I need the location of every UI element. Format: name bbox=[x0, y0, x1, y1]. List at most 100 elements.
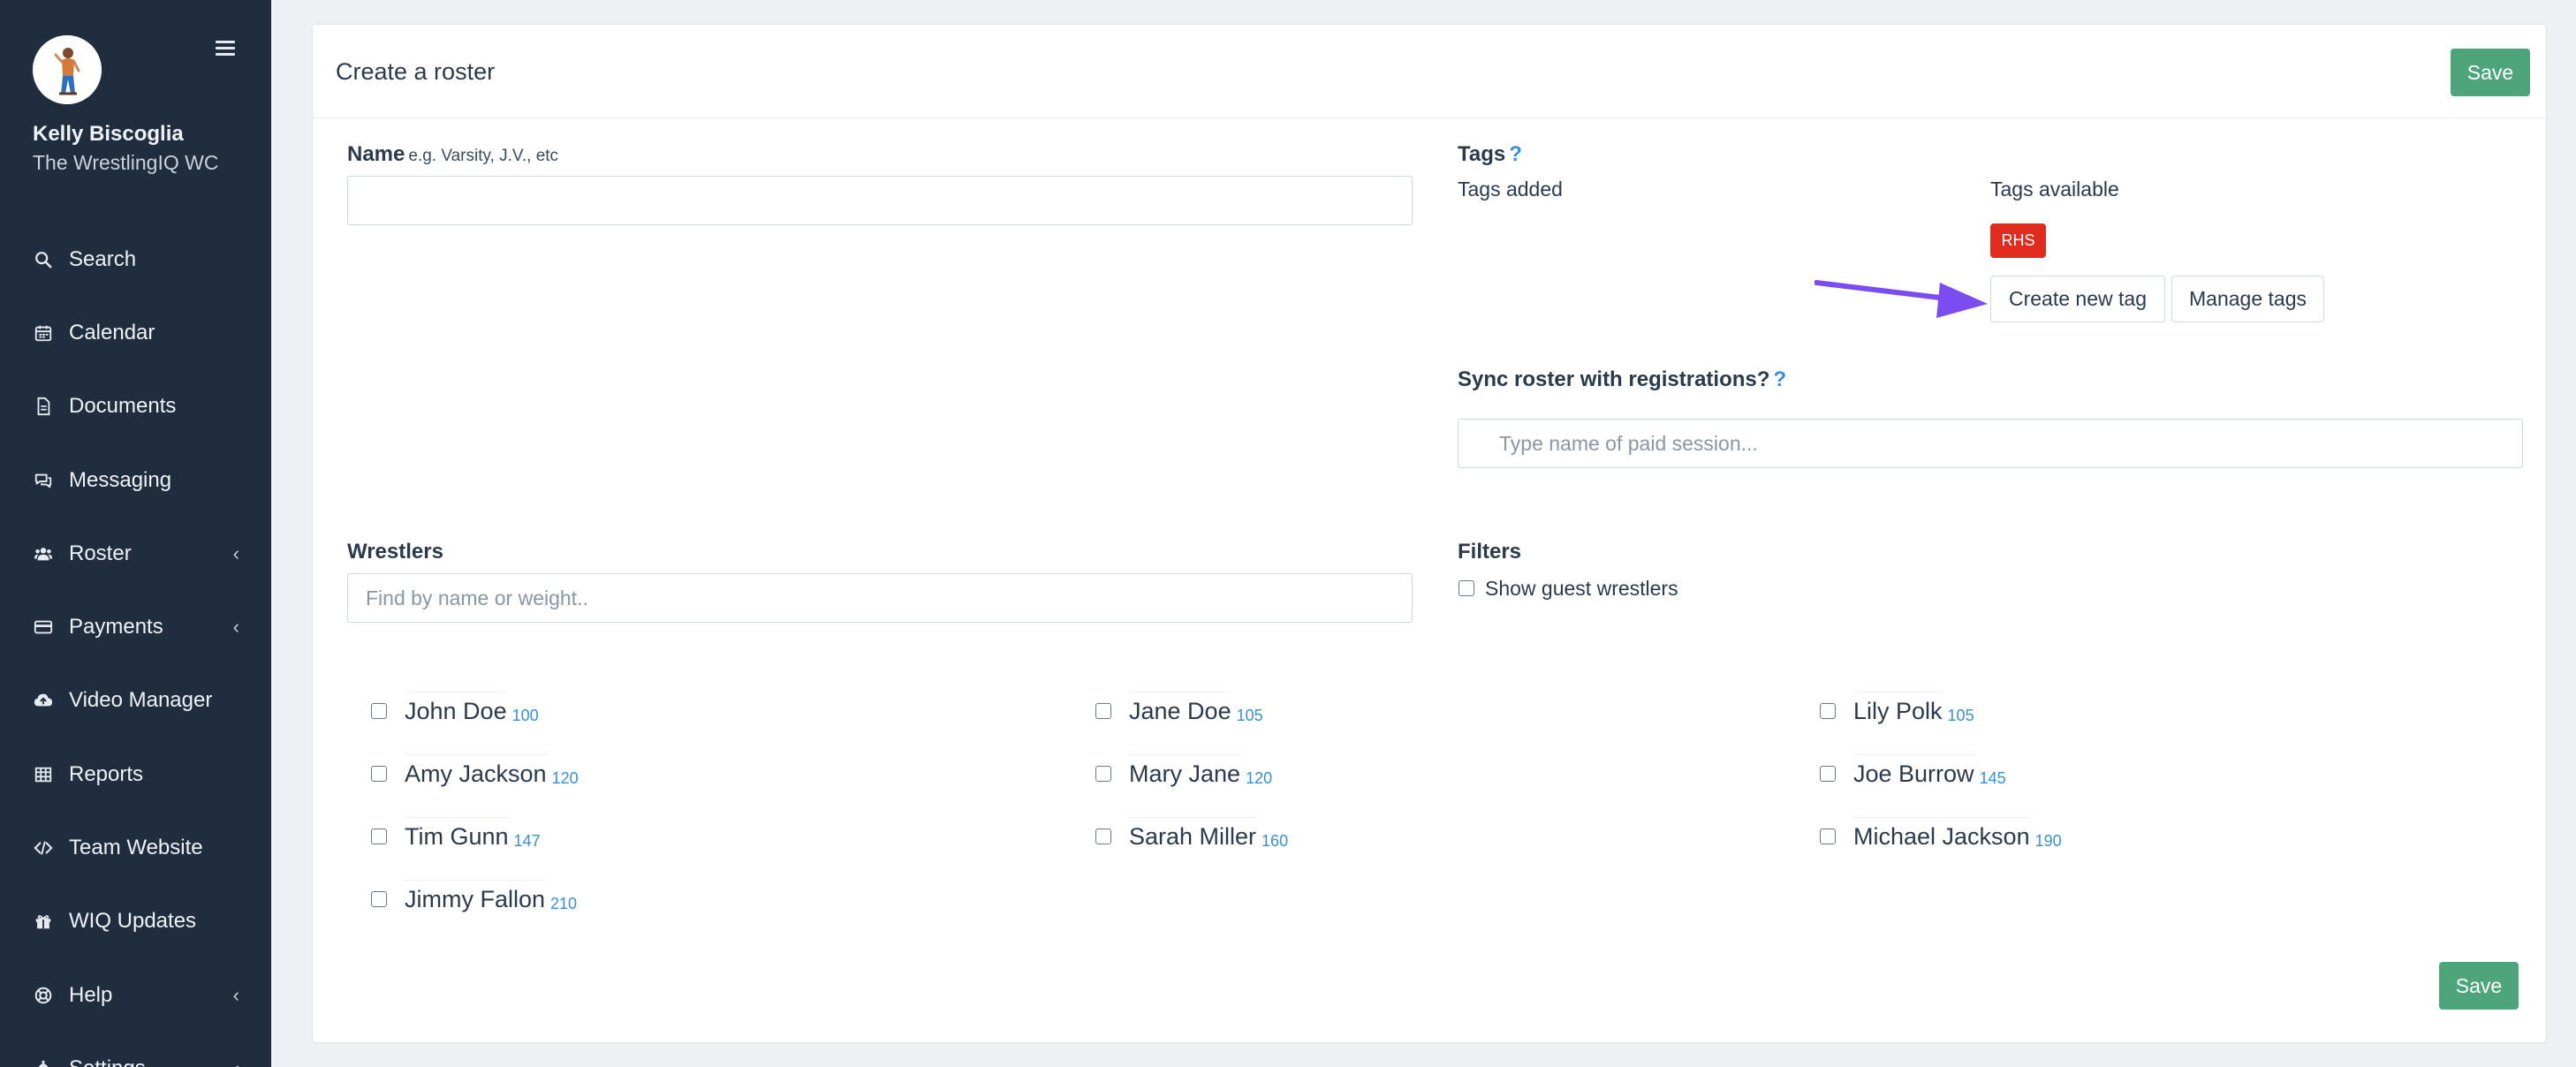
chevron-left-icon: ‹ bbox=[232, 616, 239, 639]
sync-help-icon[interactable]: ? bbox=[1773, 367, 1786, 391]
wrestler-name: Amy Jackson bbox=[405, 754, 547, 793]
wrestler-weight: 120 bbox=[551, 768, 579, 787]
sidebar-item-payments[interactable]: Payments ‹ bbox=[0, 590, 271, 663]
sync-label-text: Sync roster with registrations? bbox=[1458, 367, 1770, 391]
gear-icon bbox=[33, 1058, 54, 1067]
manage-tags-button[interactable]: Manage tags bbox=[2171, 276, 2324, 322]
sidebar-item-label: Settings bbox=[69, 1056, 146, 1067]
list-item: Joe Burrow 145 bbox=[1853, 749, 2006, 798]
list-item: Jane Doe 105 bbox=[1129, 686, 1263, 736]
sidebar-item-team-website[interactable]: Team Website bbox=[0, 811, 271, 884]
wrestler-checkbox[interactable] bbox=[1095, 703, 1111, 719]
wrestler-search-input[interactable] bbox=[347, 573, 1413, 623]
sidebar-item-label: Help bbox=[69, 982, 113, 1007]
sidebar-item-label: Search bbox=[69, 246, 137, 271]
name-label-text: Name bbox=[347, 142, 405, 166]
sidebar-item-wiq-updates[interactable]: WIQ Updates bbox=[0, 885, 271, 958]
list-item: Lily Polk 105 bbox=[1853, 686, 1974, 736]
sidebar-item-documents[interactable]: Documents bbox=[0, 370, 271, 443]
tags-available-label: Tags available bbox=[1990, 178, 2119, 201]
chevron-left-icon: ‹ bbox=[233, 1057, 239, 1067]
search-icon bbox=[33, 249, 54, 270]
wrestler-name: Joe Burrow bbox=[1853, 754, 1974, 793]
sidebar-item-messaging[interactable]: Messaging bbox=[0, 443, 271, 517]
sidebar-item-roster[interactable]: Roster ‹ bbox=[0, 517, 271, 590]
sidebar-nav: Search Calendar Documents Messaging Rost… bbox=[0, 223, 271, 1067]
wrestler-name: Tim Gunn bbox=[405, 817, 509, 856]
wrestler-name: Mary Jane bbox=[1129, 754, 1241, 793]
wrestler-checkbox[interactable] bbox=[1820, 766, 1836, 782]
wrestler-checkbox[interactable] bbox=[1095, 829, 1111, 844]
wrestler-weight: 147 bbox=[513, 831, 541, 850]
save-button-bottom[interactable]: Save bbox=[2439, 962, 2519, 1010]
lifebuoy-icon bbox=[33, 985, 54, 1006]
wrestler-weight: 100 bbox=[511, 706, 539, 724]
paid-session-search-input[interactable] bbox=[1458, 419, 2523, 468]
list-item: Michael Jackson 190 bbox=[1853, 812, 2062, 861]
user-name: Kelly Biscoglia bbox=[33, 122, 184, 146]
save-button-top[interactable]: Save bbox=[2451, 49, 2530, 96]
list-item: Tim Gunn 147 bbox=[405, 812, 541, 861]
tags-help-icon[interactable]: ? bbox=[1509, 142, 1522, 166]
wrestler-name: John Doe bbox=[405, 692, 507, 730]
sidebar-item-help[interactable]: Help ‹ bbox=[0, 958, 271, 1032]
create-roster-card: Create a roster Save Name e.g. Varsity, J… bbox=[312, 24, 2547, 1043]
create-new-tag-button[interactable]: Create new tag bbox=[1990, 276, 2165, 322]
sidebar-item-label: Roster bbox=[69, 541, 132, 565]
wrestler-checkbox[interactable] bbox=[371, 703, 387, 719]
sidebar-item-reports[interactable]: Reports bbox=[0, 738, 271, 811]
show-guest-checkbox[interactable] bbox=[1458, 580, 1474, 596]
menu-toggle-icon[interactable] bbox=[216, 41, 235, 57]
sidebar-item-search[interactable]: Search bbox=[0, 223, 271, 296]
list-item: Jimmy Fallon 210 bbox=[405, 874, 577, 924]
calendar-icon bbox=[33, 322, 54, 344]
wrestler-weight: 120 bbox=[1246, 768, 1273, 787]
wrestler-name: Lily Polk bbox=[1853, 692, 1943, 730]
document-icon bbox=[33, 396, 54, 417]
name-hint: e.g. Varsity, J.V., etc bbox=[408, 147, 559, 165]
tags-label-text: Tags bbox=[1458, 142, 1506, 166]
user-org: The WrestlingIQ WC bbox=[33, 151, 219, 174]
cloud-upload-icon bbox=[33, 690, 54, 711]
table-icon bbox=[33, 764, 54, 785]
sidebar-item-label: Messaging bbox=[69, 467, 172, 492]
list-item: Sarah Miller 160 bbox=[1129, 812, 1288, 861]
wrestler-name: Sarah Miller bbox=[1129, 817, 1257, 856]
sidebar-item-calendar[interactable]: Calendar bbox=[0, 296, 271, 369]
wrestler-checkbox[interactable] bbox=[371, 891, 387, 907]
tag-chip-rhs[interactable]: RHS bbox=[1990, 223, 2046, 258]
chat-icon bbox=[33, 470, 54, 491]
sync-label: Sync roster with registrations?? bbox=[1458, 367, 1786, 392]
wrestler-checkbox[interactable] bbox=[371, 829, 387, 844]
sidebar: Kelly Biscoglia The WrestlingIQ WC Searc… bbox=[0, 0, 271, 1067]
users-icon bbox=[33, 543, 54, 564]
credit-card-icon bbox=[33, 617, 54, 638]
chevron-left-icon: ‹ bbox=[232, 541, 239, 564]
list-item: John Doe 100 bbox=[405, 686, 539, 736]
wrestler-checkbox[interactable] bbox=[371, 766, 387, 782]
gift-icon bbox=[33, 911, 54, 932]
sidebar-item-settings[interactable]: Settings ‹ bbox=[0, 1032, 271, 1067]
roster-name-input[interactable] bbox=[347, 176, 1413, 225]
wrestler-name: Jimmy Fallon bbox=[405, 880, 546, 919]
filters-label: Filters bbox=[1458, 540, 1522, 564]
wrestler-checkbox[interactable] bbox=[1820, 703, 1836, 719]
avatar[interactable] bbox=[33, 35, 102, 104]
list-item: Amy Jackson 120 bbox=[405, 749, 579, 798]
wrestler-name: Michael Jackson bbox=[1853, 817, 2030, 856]
tags-added-label: Tags added bbox=[1458, 178, 1563, 201]
tags-label: Tags? bbox=[1458, 142, 1522, 167]
name-label: Name e.g. Varsity, J.V., etc bbox=[347, 142, 558, 167]
sidebar-item-label: Payments bbox=[69, 615, 163, 639]
sidebar-item-label: Reports bbox=[69, 761, 144, 786]
show-guest-label: Show guest wrestlers bbox=[1485, 577, 1678, 600]
sidebar-item-label: Team Website bbox=[69, 836, 203, 860]
wrestler-weight: 160 bbox=[1261, 831, 1289, 850]
wrestler-weight: 210 bbox=[550, 894, 578, 912]
wrestlers-label: Wrestlers bbox=[347, 540, 443, 564]
wrestler-checkbox[interactable] bbox=[1095, 766, 1111, 782]
sidebar-item-video-manager[interactable]: Video Manager bbox=[0, 664, 271, 738]
card-header: Create a roster Save bbox=[313, 25, 2546, 118]
wrestler-checkbox[interactable] bbox=[1820, 829, 1836, 844]
wrestler-name: Jane Doe bbox=[1129, 692, 1231, 730]
